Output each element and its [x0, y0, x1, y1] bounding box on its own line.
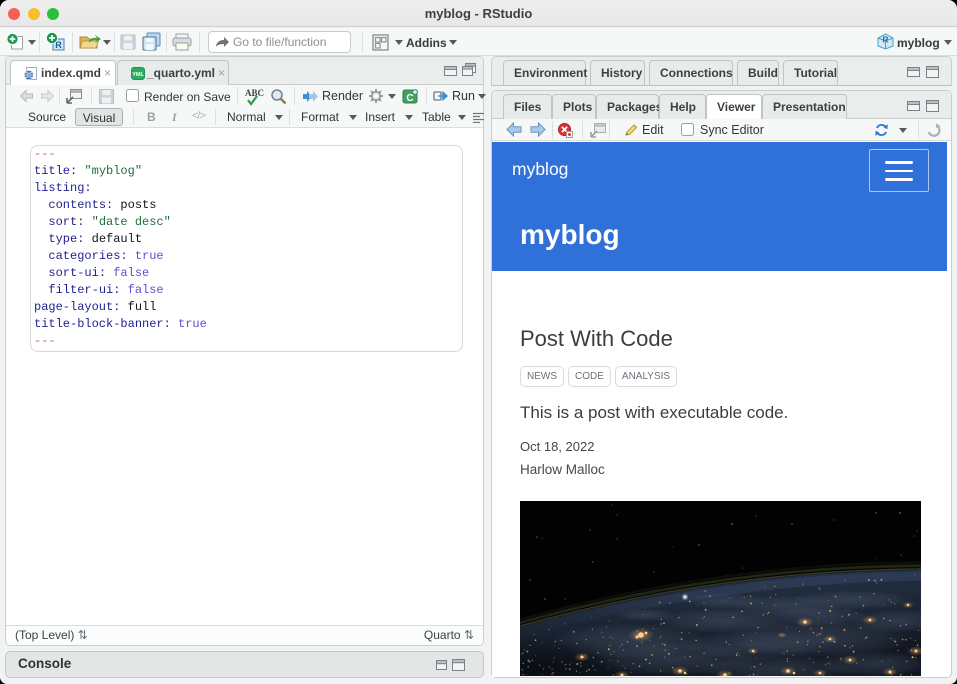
svg-text:C: C	[406, 93, 413, 104]
svg-text:ABC: ABC	[245, 88, 264, 98]
svg-text:R: R	[882, 35, 888, 45]
svg-text:YML: YML	[132, 72, 144, 78]
